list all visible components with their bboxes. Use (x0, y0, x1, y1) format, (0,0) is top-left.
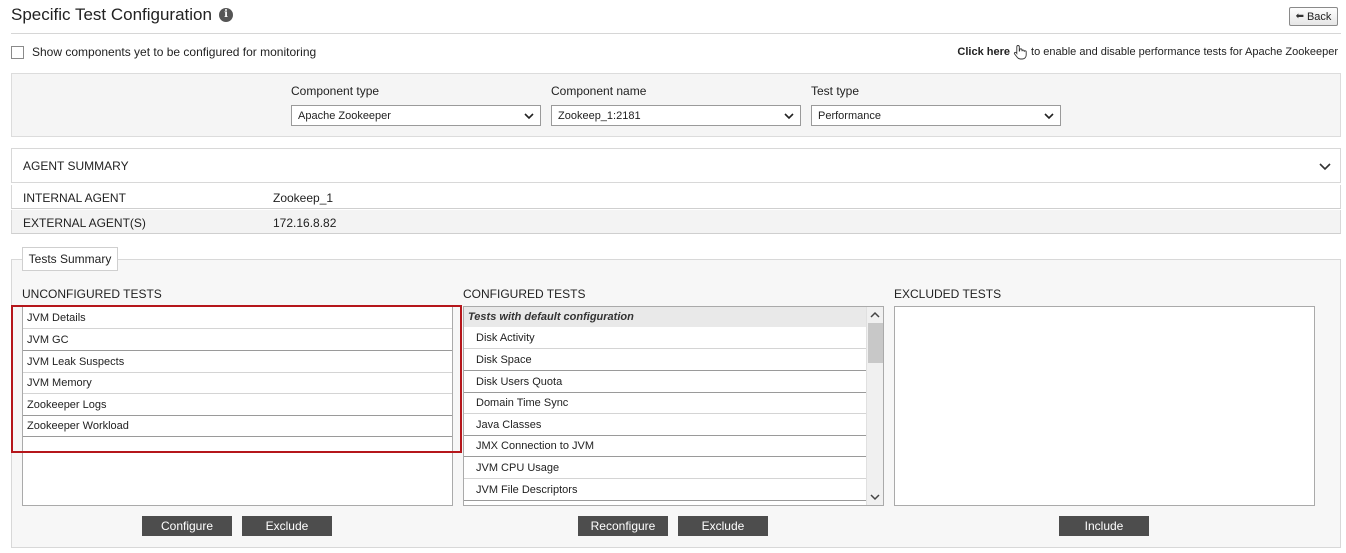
excluded-tests-title: EXCLUDED TESTS (894, 287, 1002, 301)
unconfigured-tests-list[interactable]: JVM Details JVM GC JVM Leak Suspects JVM… (22, 306, 453, 506)
agent-row-internal: INTERNAL AGENT Zookeep_1 (11, 185, 1341, 209)
configured-scrollbar[interactable] (866, 307, 883, 505)
include-button[interactable]: Include (1059, 516, 1149, 536)
chevron-down-icon[interactable] (1318, 159, 1332, 173)
reconfigure-button[interactable]: Reconfigure (578, 516, 668, 536)
show-unconfigured-label: Show components yet to be configured for… (32, 45, 317, 59)
list-item[interactable]: Disk Space (464, 349, 867, 371)
list-item[interactable]: JMX Connection to JVM (464, 435, 867, 457)
agent-row-value: Zookeep_1 (273, 191, 334, 205)
unconfigured-tests-title: UNCONFIGURED TESTS (22, 287, 162, 301)
component-name-label: Component name (551, 84, 647, 98)
list-item[interactable]: JVM File Descriptors (464, 479, 867, 501)
component-type-label: Component type (291, 84, 380, 98)
scroll-thumb[interactable] (868, 323, 883, 363)
exclude-unconfigured-button[interactable]: Exclude (242, 516, 332, 536)
component-name-value: Zookeep_1:2181 (558, 109, 641, 122)
test-type-select[interactable]: Performance (811, 105, 1061, 126)
agent-row-label: EXTERNAL AGENT(S) (23, 216, 146, 230)
back-arrow-icon: ⬅ (1295, 11, 1304, 22)
agent-row-value: 172.16.8.82 (273, 216, 337, 230)
show-unconfigured-option[interactable]: Show components yet to be configured for… (11, 45, 316, 59)
list-item[interactable]: Zookeeper Workload (23, 415, 452, 437)
list-item[interactable]: JVM Details (23, 307, 452, 329)
chevron-down-icon (524, 113, 534, 120)
list-item[interactable]: JVM GC (23, 329, 452, 351)
list-item[interactable]: JVM Leak Suspects (23, 351, 452, 373)
component-type-value: Apache Zookeeper (298, 109, 391, 122)
chevron-down-icon (1044, 113, 1054, 120)
configure-button[interactable]: Configure (142, 516, 232, 536)
header-divider (11, 33, 1341, 34)
page-title-text: Specific Test Configuration (11, 5, 212, 24)
agent-summary-header[interactable]: AGENT SUMMARY (11, 148, 1341, 183)
list-item[interactable]: JVM Memory (23, 372, 452, 394)
hand-pointer-icon (1013, 45, 1027, 60)
excluded-tests-list[interactable] (894, 306, 1315, 506)
scroll-down-icon[interactable] (870, 492, 880, 502)
list-item[interactable]: Domain Time Sync (464, 392, 867, 414)
component-type-select[interactable]: Apache Zookeeper (291, 105, 541, 126)
click-here-link[interactable]: Click here (957, 46, 1010, 58)
back-button[interactable]: ⬅ Back (1289, 7, 1338, 26)
page-title: Specific Test Configuration i (11, 5, 233, 25)
info-icon[interactable]: i (218, 8, 233, 22)
agent-row-external: EXTERNAL AGENT(S) 172.16.8.82 (11, 210, 1341, 234)
back-button-label: Back (1306, 10, 1332, 23)
list-item[interactable]: Disk Activity (464, 327, 867, 349)
scroll-up-icon[interactable] (870, 310, 880, 320)
list-item[interactable]: Disk Users Quota (464, 371, 867, 393)
exclude-configured-button[interactable]: Exclude (678, 516, 768, 536)
list-item[interactable]: Zookeeper Logs (23, 394, 452, 416)
click-here-suffix: to enable and disable performance tests … (1031, 46, 1338, 58)
test-type-label: Test type (811, 84, 860, 98)
configured-tests-list[interactable]: Tests with default configuration Disk Ac… (463, 306, 884, 506)
configured-tests-title: CONFIGURED TESTS (463, 287, 586, 301)
agent-row-label: INTERNAL AGENT (23, 191, 126, 205)
configured-group-header: Tests with default configuration (464, 307, 867, 327)
chevron-down-icon (784, 113, 794, 120)
agent-summary-title: AGENT SUMMARY (23, 159, 129, 173)
tab-tests-summary[interactable]: Tests Summary (22, 247, 118, 271)
test-type-value: Performance (818, 109, 881, 122)
component-name-select[interactable]: Zookeep_1:2181 (551, 105, 801, 126)
list-item[interactable]: Java Classes (464, 414, 867, 436)
show-unconfigured-checkbox[interactable] (11, 45, 24, 59)
click-here-notice: Click here to enable and disable perform… (957, 44, 1338, 60)
list-item[interactable]: JVM CPU Usage (464, 457, 867, 479)
